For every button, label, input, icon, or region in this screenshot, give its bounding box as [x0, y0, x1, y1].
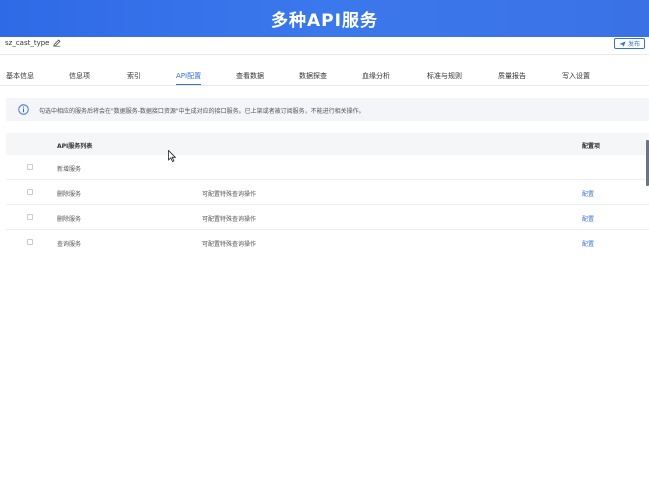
send-icon: [619, 40, 626, 47]
service-name: 查询服务: [57, 241, 82, 248]
row-checkbox[interactable]: [27, 189, 33, 195]
service-name: 新增服务: [57, 166, 82, 173]
config-link[interactable]: 配置: [582, 189, 594, 198]
tab-index[interactable]: 索引: [127, 71, 141, 81]
row-checkbox[interactable]: [27, 214, 33, 220]
row-checkbox[interactable]: [27, 164, 33, 170]
tab-data-probe[interactable]: 数据探查: [299, 71, 327, 81]
tab-standards-rules[interactable]: 标准与规则: [427, 71, 462, 81]
publish-label: 发布: [627, 41, 640, 48]
row-checkbox[interactable]: [27, 239, 33, 245]
service-desc: 可配置特殊查询操作: [202, 216, 257, 223]
tab-write-settings[interactable]: 写入设置: [562, 71, 590, 81]
tab-info-items[interactable]: 信息项: [69, 71, 90, 81]
service-desc: 可配置特殊查询操作: [202, 191, 257, 198]
top-bar: sz_cast_type 发布: [0, 37, 649, 55]
table-row: 新增服务: [6, 155, 649, 180]
banner: 多种API服务: [0, 0, 649, 37]
breadcrumb: sz_cast_type: [5, 39, 61, 47]
mouse-cursor-icon: [168, 150, 176, 162]
banner-title: 多种API服务: [271, 11, 378, 31]
table-row: 查询服务 可配置特殊查询操作 配置: [6, 230, 649, 255]
info-icon: [18, 104, 29, 115]
tab-quality-report[interactable]: 质量报告: [498, 71, 526, 81]
config-link[interactable]: 配置: [582, 214, 594, 223]
notice-text: 勾选中相应的服务后将会在"数据服务-数据接口资源"中生成对应的接口服务。已上架或…: [39, 108, 365, 115]
table-row: 删除服务 可配置特殊查询操作 配置: [6, 205, 649, 230]
service-desc: 可配置特殊查询操作: [202, 241, 257, 248]
table-row: 删除服务 可配置特殊查询操作 配置: [6, 180, 649, 205]
publish-button[interactable]: 发布: [614, 38, 645, 49]
api-service-table: API服务列表 配置项 新增服务 删除服务 可配置特殊查询操作 配置 删除服务 …: [6, 133, 649, 255]
tab-basic-info[interactable]: 基本信息: [6, 71, 34, 81]
tab-bar: 基本信息 信息项 索引 API配置 查看数据 数据探查 血缘分析 标准与规则 质…: [0, 66, 649, 86]
config-link[interactable]: 配置: [582, 239, 594, 248]
tab-api-config[interactable]: API配置: [176, 71, 202, 85]
breadcrumb-text: sz_cast_type: [5, 39, 50, 47]
tab-view-data[interactable]: 查看数据: [236, 71, 264, 81]
service-name: 删除服务: [57, 216, 82, 223]
edit-icon[interactable]: [52, 39, 61, 47]
service-name: 删除服务: [57, 191, 82, 198]
tab-lineage[interactable]: 血缘分析: [362, 71, 390, 81]
notice-banner: 勾选中相应的服务后将会在"数据服务-数据接口资源"中生成对应的接口服务。已上架或…: [6, 98, 649, 121]
table-header: API服务列表 配置项: [6, 133, 649, 155]
header-config: 配置项: [582, 143, 601, 150]
header-service-list: API服务列表: [57, 143, 93, 150]
